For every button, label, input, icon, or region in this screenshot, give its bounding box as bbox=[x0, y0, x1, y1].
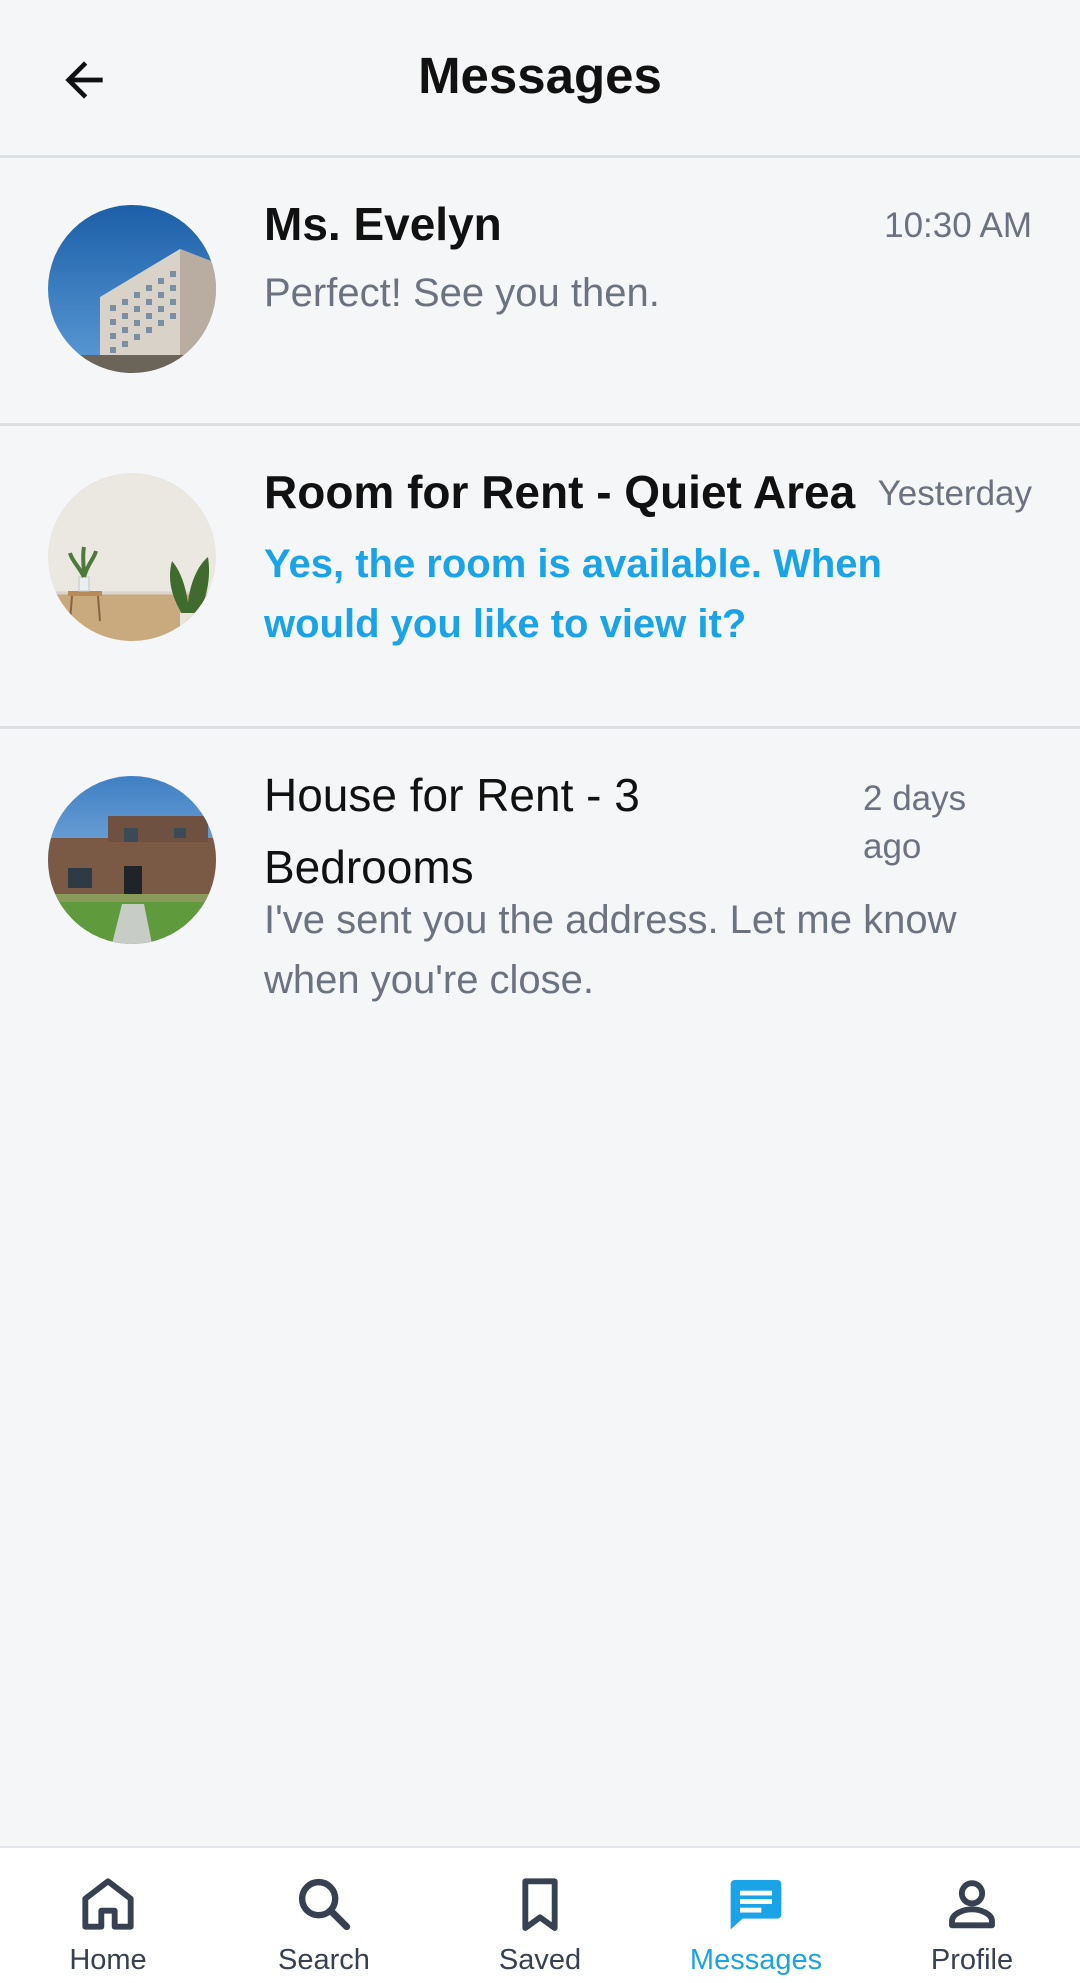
avatar bbox=[48, 776, 216, 944]
conversation-item[interactable]: Room for Rent - Quiet Area Yesterday Yes… bbox=[0, 426, 1080, 729]
chat-icon bbox=[730, 1880, 782, 1930]
room-interior-photo bbox=[48, 473, 216, 641]
nav-label: Profile bbox=[930, 1944, 1014, 1976]
bottom-navigation-bar: Home Search Saved Messages Profile bbox=[0, 1846, 1080, 1983]
message-preview: Yes, the room is available. When would y… bbox=[264, 542, 882, 646]
person-icon bbox=[949, 1880, 995, 1929]
message-preview: I've sent you the address. Let me know w… bbox=[264, 898, 957, 1002]
bookmark-icon bbox=[522, 1878, 558, 1931]
conversation-name: House for Rent - 3 Bedrooms bbox=[264, 769, 640, 893]
apartment-building-photo bbox=[48, 205, 216, 373]
conversation-time: 10:30 AM bbox=[884, 206, 1032, 245]
nav-item-profile[interactable]: Profile bbox=[864, 1848, 1080, 1983]
message-preview: Perfect! See you then. bbox=[264, 271, 660, 315]
search-icon bbox=[298, 1878, 351, 1931]
nav-label: Search bbox=[278, 1944, 370, 1976]
nav-item-search[interactable]: Search bbox=[216, 1848, 432, 1983]
conversation-name: Ms. Evelyn bbox=[264, 198, 502, 250]
conversation-time: Yesterday bbox=[877, 474, 1032, 513]
nav-label: Home bbox=[69, 1944, 147, 1976]
nav-item-messages[interactable]: Messages bbox=[648, 1848, 864, 1983]
nav-label: Messages bbox=[689, 1944, 823, 1976]
nav-label: Saved bbox=[498, 1944, 582, 1976]
nav-item-saved[interactable]: Saved bbox=[432, 1848, 648, 1983]
house-exterior-photo bbox=[48, 776, 216, 944]
page-title: Messages bbox=[418, 47, 662, 104]
nav-item-home[interactable]: Home bbox=[0, 1848, 216, 1983]
avatar bbox=[48, 205, 216, 373]
top-app-bar: Messages bbox=[0, 0, 1080, 158]
conversation-item[interactable]: Ms. Evelyn 10:30 AM Perfect! See you the… bbox=[0, 158, 1080, 426]
conversation-time: 2 days ago bbox=[863, 779, 967, 866]
home-icon bbox=[82, 1878, 134, 1930]
avatar bbox=[48, 473, 216, 641]
conversation-name: Room for Rent - Quiet Area bbox=[264, 466, 856, 518]
conversation-item[interactable]: House for Rent - 3 Bedrooms 2 days ago I… bbox=[0, 729, 1080, 1069]
